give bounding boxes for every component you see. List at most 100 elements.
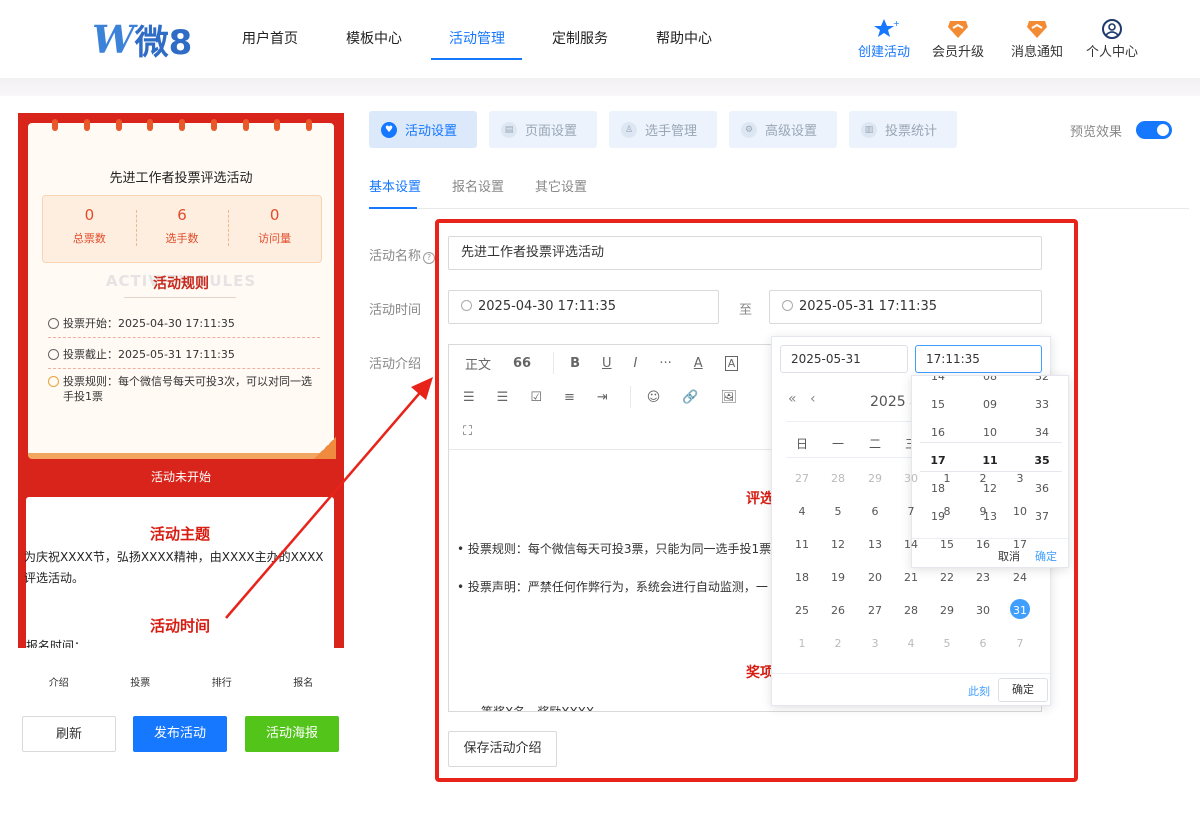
sliders-icon: ⚙: [741, 121, 757, 138]
create-activity-button[interactable]: + 创建活动: [854, 18, 914, 60]
tab-vote[interactable]: 投票: [100, 674, 182, 689]
calendar-day[interactable]: 4: [784, 505, 820, 518]
calendar-day[interactable]: 22: [929, 571, 965, 584]
calendar-day[interactable]: 2: [965, 472, 1001, 485]
stat-label: 选手数: [165, 232, 199, 245]
calendar-day[interactable]: 17: [1002, 538, 1038, 551]
calendar-day[interactable]: 29: [929, 604, 965, 617]
calendar-day[interactable]: 8: [929, 505, 965, 518]
tab-ranking[interactable]: 排行: [181, 674, 263, 689]
calendar-day[interactable]: 11: [784, 538, 820, 551]
help-icon[interactable]: ?: [423, 252, 436, 264]
calendar-day[interactable]: 19: [820, 571, 856, 584]
calendar-day[interactable]: 15: [929, 538, 965, 551]
calendar-day[interactable]: 5: [820, 505, 856, 518]
calendar-day[interactable]: 9: [965, 505, 1001, 518]
rule-text: 投票截止：2025-05-31 17:11:35: [63, 348, 235, 361]
stat-contestants: 6 选手数: [135, 196, 229, 262]
signup-time-text: 报名时间：: [26, 639, 87, 648]
personal-center-label: 个人中心: [1085, 45, 1138, 60]
nav-custom-service[interactable]: 定制服务: [552, 28, 608, 48]
calendar-day[interactable]: 7: [893, 505, 929, 518]
calendar-day[interactable]: 12: [820, 538, 856, 551]
preview-stats: 0 总票数 6 选手数 0 访问量: [42, 195, 322, 263]
tab-intro[interactable]: 介绍: [18, 674, 100, 689]
stat-value: 0: [84, 206, 95, 224]
calendar-day[interactable]: 16: [965, 538, 1001, 551]
calendar-day[interactable]: 27: [857, 604, 893, 617]
calendar-day[interactable]: 3: [1002, 472, 1038, 485]
notifications-button[interactable]: 消息通知: [1007, 18, 1067, 60]
vip-upgrade-button[interactable]: 会员升级: [928, 18, 988, 60]
nav-active-indicator: [431, 58, 522, 60]
tab-advanced-settings[interactable]: ⚙ 高级设置: [729, 111, 837, 148]
calendar-day[interactable]: 1: [784, 637, 820, 650]
personal-center-button[interactable]: 个人中心: [1082, 18, 1142, 60]
calendar-day[interactable]: 25: [784, 604, 820, 617]
publish-button[interactable]: 发布活动: [133, 716, 227, 752]
calendar-day[interactable]: 3: [857, 637, 893, 650]
calendar-day[interactable]: 10: [1002, 505, 1038, 518]
rule-text: 投票开始：2025-04-30 17:11:35: [63, 317, 235, 330]
divider: [124, 297, 236, 298]
nav-help-center[interactable]: 帮助中心: [656, 28, 712, 48]
stats-icon: ▥: [861, 121, 877, 138]
rule-vote-rule: 投票规则：每个微信号每天可投3次，可以对同一选手投1票: [48, 374, 320, 404]
preview-toggle-label: 预览效果: [1070, 125, 1123, 140]
calendar-day[interactable]: 14: [893, 538, 929, 551]
calendar-day[interactable]: 18: [784, 571, 820, 584]
rule-vote-end: 投票截止：2025-05-31 17:11:35: [48, 347, 320, 362]
calendar-day[interactable]: 30: [893, 472, 929, 485]
nav-home[interactable]: 用户首页: [242, 28, 298, 48]
activity-name-label: 活动名称?: [369, 245, 436, 264]
calendar-day[interactable]: 27: [784, 472, 820, 485]
tab-label: 选手管理: [645, 124, 698, 139]
preview-toggle[interactable]: [1136, 121, 1172, 139]
refresh-button[interactable]: 刷新: [22, 716, 116, 752]
divider: [48, 337, 320, 338]
calendar-day[interactable]: 28: [893, 604, 929, 617]
nav-activity-management[interactable]: 活动管理: [449, 28, 505, 48]
tab-signup[interactable]: 报名: [263, 674, 345, 689]
calendar-day[interactable]: 1: [929, 472, 965, 485]
calendar-day[interactable]: 7: [1002, 637, 1038, 650]
tab-page-settings[interactable]: ▤ 页面设置: [489, 111, 597, 148]
page-icon: ▤: [501, 121, 517, 138]
poster-button[interactable]: 活动海报: [245, 716, 339, 752]
tab-label: 活动设置: [405, 124, 458, 139]
calendar-day[interactable]: 24: [1002, 571, 1038, 584]
calendar-day[interactable]: 20: [857, 571, 893, 584]
person-icon: ♙: [621, 121, 637, 138]
subtab-basic[interactable]: 基本设置: [369, 176, 421, 195]
calendar-day[interactable]: 4: [893, 637, 929, 650]
activity-intro-label: 活动介绍: [369, 357, 422, 372]
calendar-day[interactable]: 23: [965, 571, 1001, 584]
calendar-day[interactable]: 26: [820, 604, 856, 617]
calendar-day[interactable]: 29: [857, 472, 893, 485]
subtab-signup[interactable]: 报名设置: [452, 176, 504, 195]
tab-vote-statistics[interactable]: ▥ 投票统计: [849, 111, 957, 148]
calendar-day[interactable]: 6: [857, 505, 893, 518]
calendar-day[interactable]: 28: [820, 472, 856, 485]
star-plus-icon: +: [874, 19, 900, 37]
tab-contestant-management[interactable]: ♙ 选手管理: [609, 111, 717, 148]
tab-label: 页面设置: [525, 124, 578, 139]
tab-activity-settings[interactable]: ♥ 活动设置: [369, 111, 477, 148]
subtab-active-indicator: [369, 207, 417, 209]
brand-logo[interactable]: W 微8: [92, 17, 192, 63]
preview-activity-title: 先进工作者投票评选活动: [109, 171, 253, 186]
calendar-day[interactable]: 21: [893, 571, 929, 584]
calendar-day[interactable]: 5: [929, 637, 965, 650]
bell-badge-icon: [1027, 21, 1047, 38]
calendar-day[interactable]: 6: [965, 637, 1001, 650]
rules-heading-title: 活动规则: [153, 276, 209, 292]
calendar-day[interactable]: 30: [965, 604, 1001, 617]
subtab-other[interactable]: 其它设置: [535, 176, 587, 195]
calendar-day[interactable]: 13: [857, 538, 893, 551]
clock-icon: [48, 318, 59, 329]
nav-templates[interactable]: 模板中心: [346, 28, 402, 48]
calendar-day[interactable]: 31: [1002, 599, 1038, 619]
calendar-day[interactable]: 2: [820, 637, 856, 650]
highlight-frame: [435, 219, 1078, 782]
divider: [48, 368, 320, 369]
